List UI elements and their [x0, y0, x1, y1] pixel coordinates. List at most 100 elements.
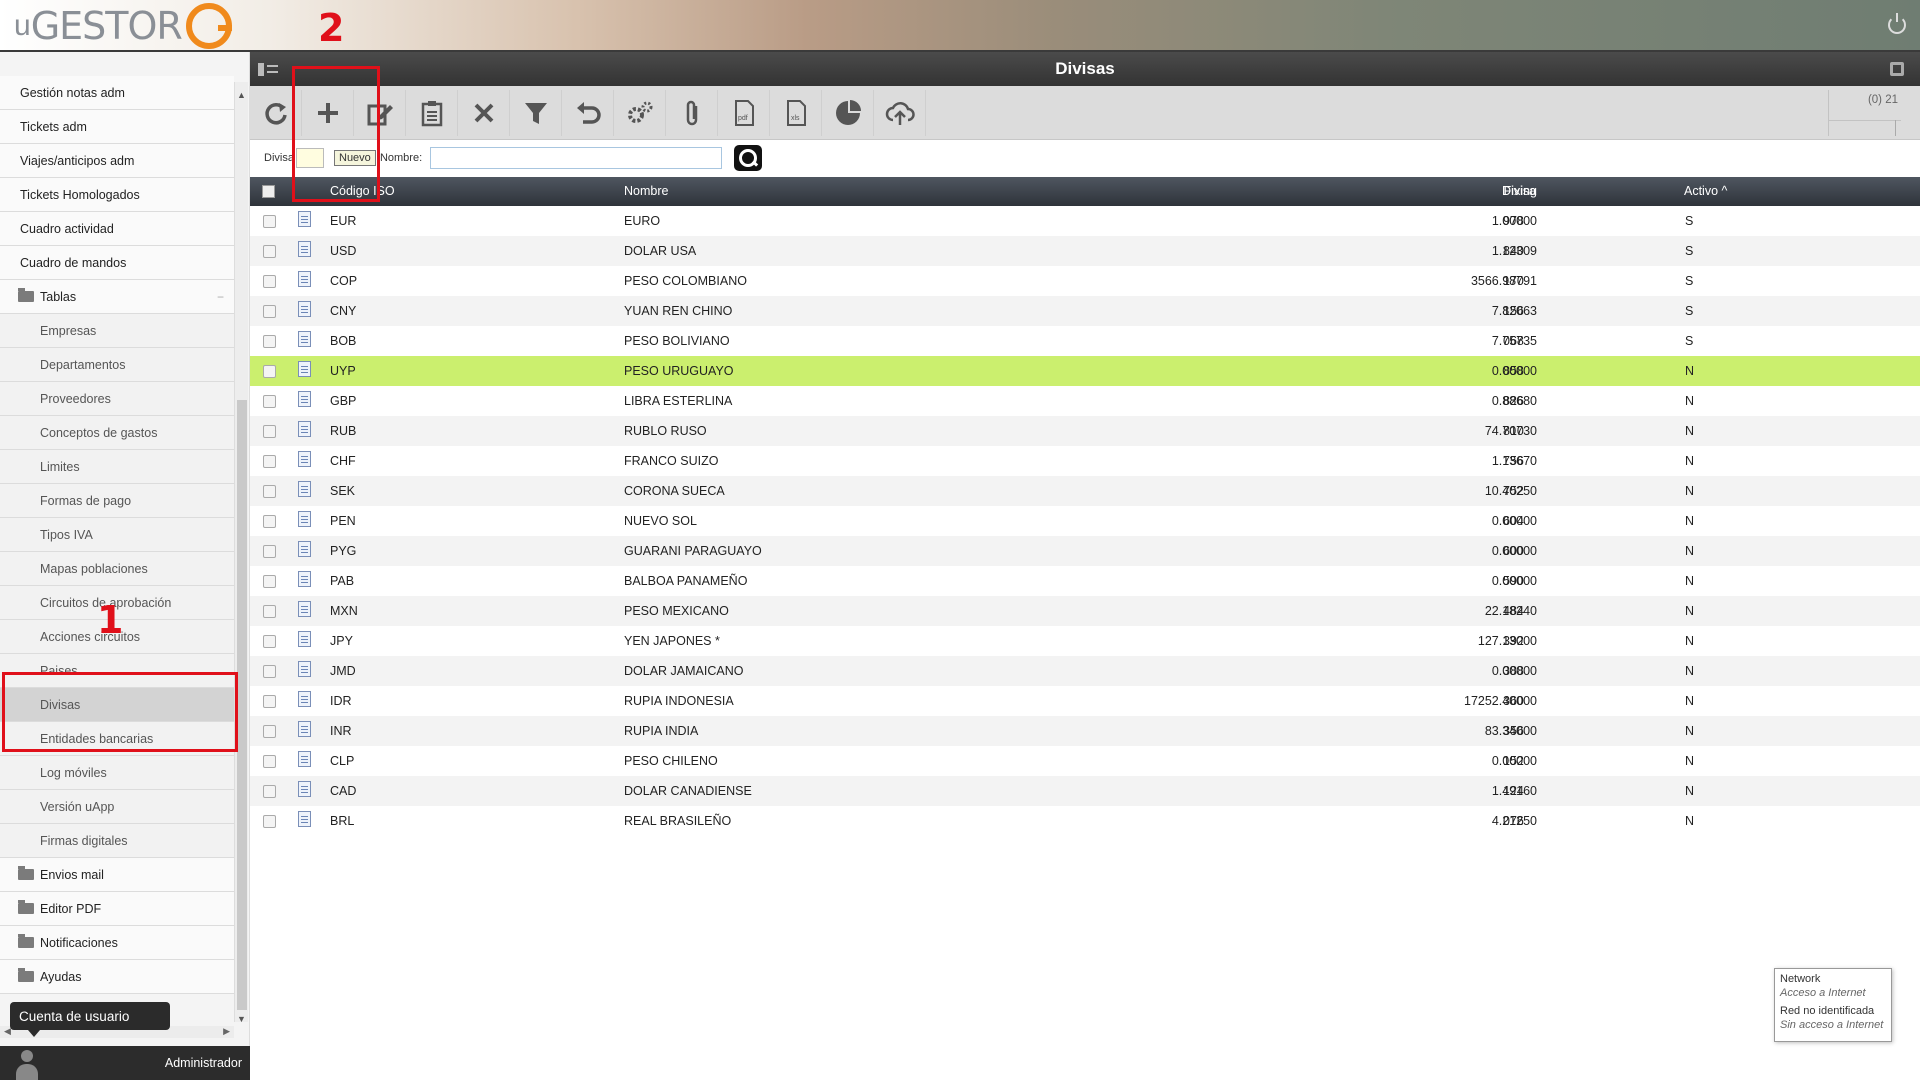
sidebar-item-viajes-anticipos-adm[interactable]: Viajes/anticipos adm: [0, 144, 234, 178]
document-icon[interactable]: [298, 511, 311, 527]
name-filter-input[interactable]: [430, 147, 723, 169]
col-header-divisa[interactable]: Divisa: [1502, 184, 1536, 198]
sidebar-item-envios-mail[interactable]: Envios mail: [0, 858, 234, 892]
xls-button[interactable]: xls: [770, 90, 822, 136]
scroll-down-icon[interactable]: ▼: [237, 1014, 246, 1024]
row-checkbox[interactable]: [263, 425, 276, 438]
table-row[interactable]: IDR RUPIA INDONESIA 17252.40000 360 N: [250, 686, 1920, 716]
table-row[interactable]: SEK CORONA SUECA 10.40250 752 N: [250, 476, 1920, 506]
pin-icon[interactable]: [1890, 62, 1904, 76]
table-row[interactable]: BRL REAL BRASILEÑO 4.21250 076 N: [250, 806, 1920, 836]
attach-button[interactable]: [666, 90, 718, 136]
menu-toggle-icon[interactable]: [258, 63, 278, 76]
undo-button[interactable]: [562, 90, 614, 136]
row-checkbox[interactable]: [263, 455, 276, 468]
filter-button[interactable]: [510, 90, 562, 136]
document-icon[interactable]: [298, 301, 311, 317]
sidebar-item-cuadro-de-mandos[interactable]: Cuadro de mandos: [0, 246, 234, 280]
sidebar-item-proveedores[interactable]: Proveedores: [0, 382, 234, 416]
cloud-upload-button[interactable]: [874, 90, 926, 136]
user-bar[interactable]: Administrador: [0, 1046, 250, 1080]
table-row[interactable]: BOB PESO BOLIVIANO 7.75735 068 S: [250, 326, 1920, 356]
table-row[interactable]: CLP PESO CHILENO 0.00000 152 N: [250, 746, 1920, 776]
settings-button[interactable]: [614, 90, 666, 136]
table-row[interactable]: GBP LIBRA ESTERLINA 0.88680 826 N: [250, 386, 1920, 416]
document-icon[interactable]: [298, 271, 311, 287]
pdf-button[interactable]: pdf: [718, 90, 770, 136]
sidebar-item-tipos-iva[interactable]: Tipos IVA: [0, 518, 234, 552]
row-checkbox[interactable]: [263, 605, 276, 618]
sidebar-item-versión-uapp[interactable]: Versión uApp: [0, 790, 234, 824]
row-checkbox[interactable]: [263, 545, 276, 558]
sidebar-item-tickets-adm[interactable]: Tickets adm: [0, 110, 234, 144]
col-header-activo[interactable]: Activo ^: [1684, 184, 1727, 198]
sidebar-item-log-móviles[interactable]: Log móviles: [0, 756, 234, 790]
table-row[interactable]: PAB BALBOA PANAMEÑO 0.00000 590 N: [250, 566, 1920, 596]
sidebar-item-firmas-digitales[interactable]: Firmas digitales: [0, 824, 234, 858]
row-checkbox[interactable]: [263, 665, 276, 678]
table-row[interactable]: USD DOLAR USA 1.12309 840 S: [250, 236, 1920, 266]
document-icon[interactable]: [298, 781, 311, 797]
row-checkbox[interactable]: [263, 575, 276, 588]
document-icon[interactable]: [298, 541, 311, 557]
sidebar-item-formas-de-pago[interactable]: Formas de pago: [0, 484, 234, 518]
row-checkbox[interactable]: [263, 785, 276, 798]
document-icon[interactable]: [298, 751, 311, 767]
sidebar-item-cuadro-actividad[interactable]: Cuadro actividad: [0, 212, 234, 246]
row-checkbox[interactable]: [263, 395, 276, 408]
sidebar-item-limites[interactable]: Limites: [0, 450, 234, 484]
avatar[interactable]: [14, 1050, 40, 1080]
power-icon[interactable]: [1888, 13, 1906, 34]
table-row[interactable]: CNY YUAN REN CHINO 7.82063 156 S: [250, 296, 1920, 326]
document-icon[interactable]: [298, 631, 311, 647]
row-checkbox[interactable]: [263, 215, 276, 228]
row-checkbox[interactable]: [263, 275, 276, 288]
table-row[interactable]: PYG GUARANI PARAGUAYO 0.00000 600 N: [250, 536, 1920, 566]
table-row[interactable]: INR RUPIA INDIA 83.34000 356 N: [250, 716, 1920, 746]
scroll-up-icon[interactable]: ▲: [237, 90, 246, 100]
collapse-icon[interactable]: −: [217, 290, 224, 304]
sidebar-item-empresas[interactable]: Empresas: [0, 314, 234, 348]
table-row[interactable]: CAD DOLAR CANADIENSE 1.49160 124 N: [250, 776, 1920, 806]
document-icon[interactable]: [298, 331, 311, 347]
row-checkbox[interactable]: [263, 245, 276, 258]
sidebar-item-mapas-poblaciones[interactable]: Mapas poblaciones: [0, 552, 234, 586]
table-row[interactable]: COP PESO COLOMBIANO 3566.98791 170 S: [250, 266, 1920, 296]
clipboard-button[interactable]: [406, 90, 458, 136]
sidebar-item-gestión-notas-adm[interactable]: Gestión notas adm: [0, 76, 234, 110]
row-checkbox[interactable]: [263, 695, 276, 708]
document-icon[interactable]: [298, 481, 311, 497]
delete-button[interactable]: [458, 90, 510, 136]
chart-button[interactable]: [822, 90, 874, 136]
document-icon[interactable]: [298, 241, 311, 257]
document-icon[interactable]: [298, 391, 311, 407]
table-row[interactable]: MXN PESO MEXICANO 22.18240 484 N: [250, 596, 1920, 626]
document-icon[interactable]: [298, 211, 311, 227]
sidebar-item-tickets-homologados[interactable]: Tickets Homologados: [0, 178, 234, 212]
document-icon[interactable]: [298, 571, 311, 587]
sidebar-item-conceptos-de-gastos[interactable]: Conceptos de gastos: [0, 416, 234, 450]
row-checkbox[interactable]: [263, 815, 276, 828]
row-checkbox[interactable]: [263, 485, 276, 498]
row-checkbox[interactable]: [263, 305, 276, 318]
table-row[interactable]: RUB RUBLO RUSO 74.70730 810 N: [250, 416, 1920, 446]
select-all-checkbox[interactable]: [262, 185, 275, 198]
document-icon[interactable]: [298, 811, 311, 827]
sidebar-item-editor-pdf[interactable]: Editor PDF: [0, 892, 234, 926]
row-checkbox[interactable]: [263, 515, 276, 528]
table-row[interactable]: JPY YEN JAPONES * 127.13000 392 N: [250, 626, 1920, 656]
table-row[interactable]: JMD DOLAR JAMAICANO 0.00000 388 N: [250, 656, 1920, 686]
sidebar-item-notificaciones[interactable]: Notificaciones: [0, 926, 234, 960]
row-checkbox[interactable]: [263, 755, 276, 768]
row-checkbox[interactable]: [263, 335, 276, 348]
scroll-right-icon[interactable]: ▶: [223, 1026, 230, 1037]
sidebar-scrollbar[interactable]: ▲ ▼: [234, 82, 248, 1024]
document-icon[interactable]: [298, 691, 311, 707]
row-checkbox[interactable]: [263, 725, 276, 738]
col-header-nombre[interactable]: Nombre: [624, 184, 668, 198]
table-row[interactable]: EUR EURO 1.00000 978 S: [250, 206, 1920, 236]
row-checkbox[interactable]: [263, 365, 276, 378]
document-icon[interactable]: [298, 601, 311, 617]
table-row[interactable]: UYP PESO URUGUAYO 0.00000 858 N: [250, 356, 1920, 386]
search-button[interactable]: [734, 145, 763, 171]
